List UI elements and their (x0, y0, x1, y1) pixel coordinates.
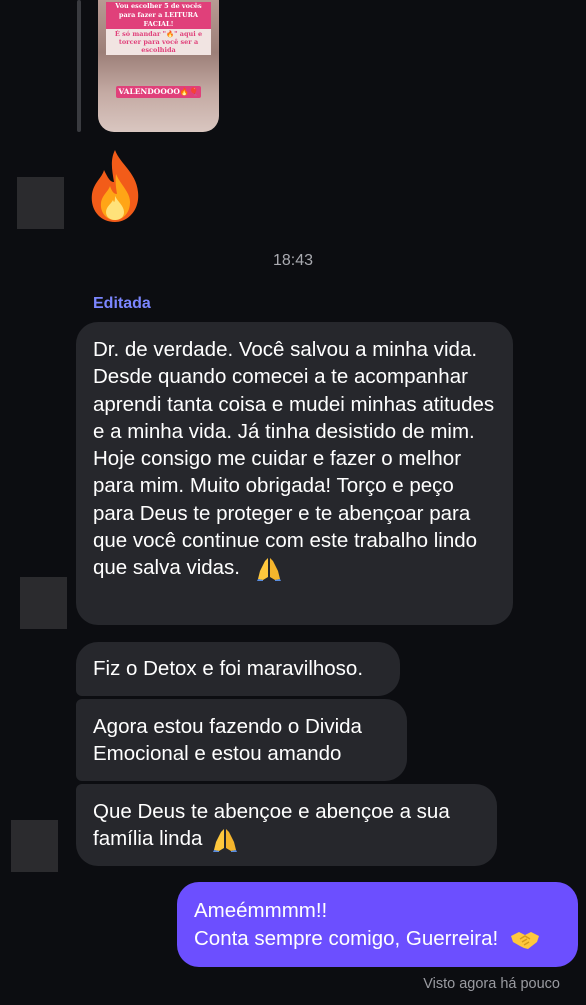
message-text: Fiz o Detox e foi maravilhoso. (93, 657, 364, 680)
handshake-emoji (510, 931, 539, 949)
avatar[interactable] (17, 177, 64, 229)
message-text: Que Deus te abençoe e abençoe a sua famí… (93, 800, 450, 851)
story-reply-thumbnail[interactable]: Vou escolher 5 de vocês para fazer a LEI… (98, 0, 219, 132)
praying-hands-emoji (256, 557, 281, 581)
message-text: Dr. de verdade. Você salvou a minha vida… (93, 338, 495, 580)
message-text-line1: Ameémmmm!! (194, 899, 328, 922)
incoming-message[interactable]: Que Deus te abençoe e abençoe a sua famí… (76, 784, 497, 866)
incoming-message[interactable]: Fiz o Detox e foi maravilhoso. (76, 642, 400, 696)
praying-hands-emoji (213, 828, 238, 852)
reply-thread-line (77, 0, 81, 132)
seen-status: Visto agora há pouco (423, 976, 560, 992)
story-cta: VALENDOOOO🔥🎈 (116, 86, 201, 98)
incoming-message[interactable]: Agora estou fazendo o Divida Emocional e… (76, 699, 407, 781)
story-text-line2: É só mandar "🔥" aqui e torcer para você … (106, 29, 211, 55)
message-timestamp: 18:43 (272, 252, 314, 269)
story-text-line1: Vou escolher 5 de vocês para fazer a LEI… (106, 2, 211, 29)
incoming-message[interactable]: Dr. de verdade. Você salvou a minha vida… (76, 322, 513, 625)
avatar[interactable] (20, 577, 67, 629)
outgoing-message[interactable]: Ameémmmm!! Conta sempre comigo, Guerreir… (177, 882, 578, 967)
message-text: Agora estou fazendo o Divida Emocional e… (93, 715, 362, 766)
fire-emoji (91, 150, 139, 222)
avatar[interactable] (11, 820, 58, 872)
message-text-line2: Conta sempre comigo, Guerreira! (194, 927, 499, 950)
edited-label: Editada (93, 295, 151, 312)
